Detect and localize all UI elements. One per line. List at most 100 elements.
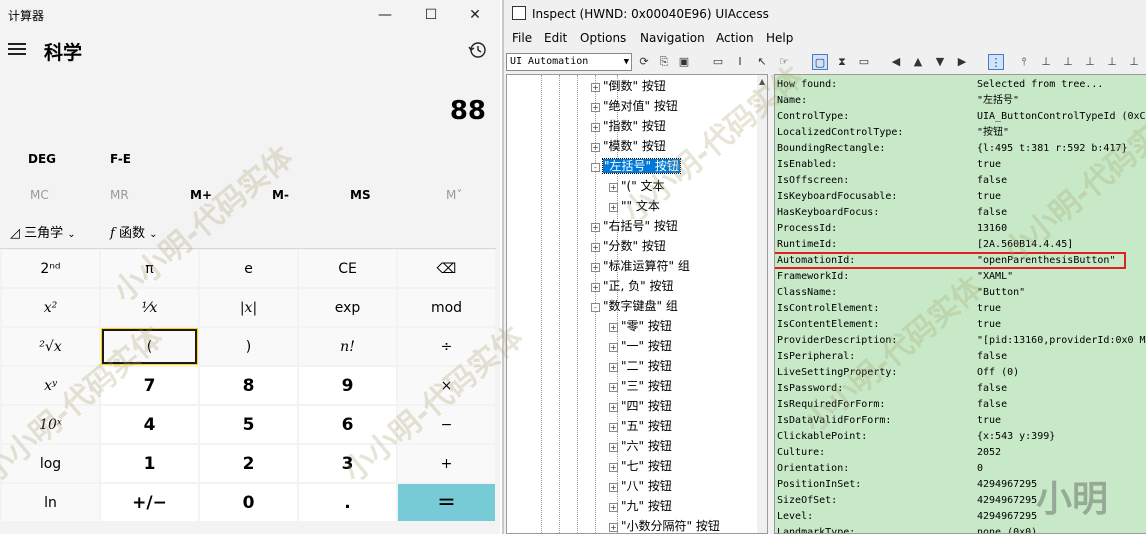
tree-expand-icon[interactable]: ⊥ bbox=[1126, 54, 1142, 70]
trigonometry-dropdown[interactable]: ◿ 三角学 ⌄ bbox=[10, 222, 76, 241]
key-3-0[interactable]: xʸ bbox=[2, 367, 99, 404]
tree-node[interactable]: + "七" 按钮 bbox=[609, 457, 672, 475]
arrow-right-icon[interactable]: ▶ bbox=[954, 54, 970, 70]
tree-node[interactable]: + "右括号" 按钮 bbox=[591, 217, 678, 235]
key-1-1[interactable]: ¹⁄x bbox=[101, 289, 198, 326]
key-5-0[interactable]: log bbox=[2, 445, 99, 482]
tree-view-icon[interactable]: ⋮ bbox=[988, 54, 1004, 70]
expand-icon[interactable]: + bbox=[591, 83, 600, 92]
tree-node[interactable]: - "左括号" 按钮 bbox=[591, 157, 681, 175]
key-5-2[interactable]: 2 bbox=[200, 445, 297, 482]
function-dropdown[interactable]: f 函数 ⌄ bbox=[110, 222, 158, 241]
key-5-3[interactable]: 3 bbox=[299, 445, 396, 482]
history-icon[interactable] bbox=[466, 38, 490, 62]
expand-icon[interactable]: + bbox=[591, 283, 600, 292]
menu-action[interactable]: Action bbox=[716, 31, 754, 45]
copy-icon[interactable]: ⎘ bbox=[656, 54, 672, 70]
expand-icon[interactable]: + bbox=[591, 263, 600, 272]
expand-icon[interactable]: + bbox=[609, 363, 618, 372]
tree-node[interactable]: + "六" 按钮 bbox=[609, 437, 672, 455]
key-4-4[interactable]: − bbox=[398, 406, 495, 443]
key-1-3[interactable]: exp bbox=[299, 289, 396, 326]
tree-scrollbar[interactable]: ▲ bbox=[757, 75, 767, 533]
expand-icon[interactable]: + bbox=[591, 243, 600, 252]
tree-node[interactable]: + "绝对值" 按钮 bbox=[591, 97, 678, 115]
key-2-3[interactable]: n! bbox=[299, 328, 396, 365]
tree-next-icon[interactable]: ⊥ bbox=[1060, 54, 1076, 70]
close-button[interactable]: ✕ bbox=[452, 0, 498, 30]
tree-node[interactable]: + "分数" 按钮 bbox=[591, 237, 666, 255]
expand-icon[interactable]: + bbox=[609, 443, 618, 452]
watch-focus-icon[interactable]: ▭ bbox=[710, 54, 726, 70]
key-3-1[interactable]: 7 bbox=[101, 367, 198, 404]
hourglass-icon[interactable]: ⧗ bbox=[834, 54, 850, 70]
tree-node[interactable]: + "五" 按钮 bbox=[609, 417, 672, 435]
memory-button-1[interactable]: MR bbox=[110, 188, 129, 202]
pointer-hand-icon[interactable]: ☞ bbox=[776, 54, 792, 70]
save-icon[interactable]: ▣ bbox=[676, 54, 692, 70]
scroll-up-icon[interactable]: ▲ bbox=[759, 77, 765, 86]
key-6-2[interactable]: 0 bbox=[200, 484, 297, 521]
key-4-3[interactable]: 6 bbox=[299, 406, 396, 443]
expand-icon[interactable]: + bbox=[609, 463, 618, 472]
memory-button-3[interactable]: M- bbox=[272, 188, 289, 202]
minimize-button[interactable]: — bbox=[362, 0, 408, 30]
key-0-2[interactable]: e bbox=[200, 250, 297, 287]
expand-icon[interactable]: + bbox=[591, 123, 600, 132]
tree-node[interactable]: + "模数" 按钮 bbox=[591, 137, 666, 155]
key-1-2[interactable]: |x| bbox=[200, 289, 297, 326]
key-6-3[interactable]: . bbox=[299, 484, 396, 521]
key-3-4[interactable]: × bbox=[398, 367, 495, 404]
arrow-up-icon[interactable]: ▲ bbox=[910, 54, 926, 70]
key-0-0[interactable]: 2ⁿᵈ bbox=[2, 250, 99, 287]
tree-node[interactable]: + "标准运算符" 组 bbox=[591, 257, 690, 275]
key-4-0[interactable]: 10ˣ bbox=[2, 406, 99, 443]
expand-icon[interactable]: + bbox=[609, 423, 618, 432]
mode-combobox[interactable]: UI Automation ▼ bbox=[506, 53, 632, 71]
key-3-2[interactable]: 8 bbox=[200, 367, 297, 404]
menu-navigation[interactable]: Navigation bbox=[640, 31, 705, 45]
memory-button-5[interactable]: M˅ bbox=[446, 188, 462, 202]
key-6-0[interactable]: ln bbox=[2, 484, 99, 521]
text-cursor-icon[interactable]: I bbox=[732, 54, 748, 70]
tree-node[interactable]: + "(" 文本 bbox=[609, 177, 665, 195]
expand-icon[interactable]: + bbox=[591, 143, 600, 152]
arrow-down-icon[interactable]: ▼ bbox=[932, 54, 948, 70]
key-6-1[interactable]: +/− bbox=[101, 484, 198, 521]
key-2-4[interactable]: ÷ bbox=[398, 328, 495, 365]
key-5-4[interactable]: + bbox=[398, 445, 495, 482]
angle-mode-button[interactable]: DEG bbox=[28, 152, 56, 166]
menu-file[interactable]: File bbox=[512, 31, 532, 45]
collapse-icon[interactable]: - bbox=[591, 163, 600, 172]
tree-node[interactable]: + "小数分隔符" 按钮 bbox=[609, 517, 720, 533]
expand-icon[interactable]: + bbox=[609, 323, 618, 332]
expand-icon[interactable]: + bbox=[609, 483, 618, 492]
memory-button-4[interactable]: MS bbox=[350, 188, 371, 202]
expand-icon[interactable]: + bbox=[609, 183, 618, 192]
memory-button-0[interactable]: MC bbox=[30, 188, 49, 202]
key-3-3[interactable]: 9 bbox=[299, 367, 396, 404]
key-2-1[interactable]: ( bbox=[101, 328, 198, 365]
key-1-4[interactable]: mod bbox=[398, 289, 495, 326]
expand-icon[interactable]: + bbox=[609, 383, 618, 392]
tree-node[interactable]: + "零" 按钮 bbox=[609, 317, 672, 335]
pointer-icon[interactable]: ↖ bbox=[754, 54, 770, 70]
tree-node[interactable]: - "数字键盘" 组 bbox=[591, 297, 678, 315]
key-4-1[interactable]: 4 bbox=[101, 406, 198, 443]
tree-node[interactable]: + "正, 负" 按钮 bbox=[591, 277, 673, 295]
key-0-4[interactable]: ⌫ bbox=[398, 250, 495, 287]
menu-help[interactable]: Help bbox=[766, 31, 793, 45]
arrow-left-icon[interactable]: ◀ bbox=[888, 54, 904, 70]
key-0-1[interactable]: π bbox=[101, 250, 198, 287]
key-0-3[interactable]: CE bbox=[299, 250, 396, 287]
tree-node[interactable]: + "一" 按钮 bbox=[609, 337, 672, 355]
maximize-button[interactable]: ☐ bbox=[408, 0, 454, 30]
refresh-icon[interactable]: ⟳ bbox=[636, 54, 652, 70]
collapse-icon[interactable]: - bbox=[591, 303, 600, 312]
tree-last-child-icon[interactable]: ⊥ bbox=[1104, 54, 1120, 70]
tree-parent-icon[interactable]: ⫯ bbox=[1016, 54, 1032, 70]
expand-icon[interactable]: + bbox=[609, 403, 618, 412]
tree-node[interactable]: + "倒数" 按钮 bbox=[591, 77, 666, 95]
tree-node[interactable]: + "九" 按钮 bbox=[609, 497, 672, 515]
key-5-1[interactable]: 1 bbox=[101, 445, 198, 482]
